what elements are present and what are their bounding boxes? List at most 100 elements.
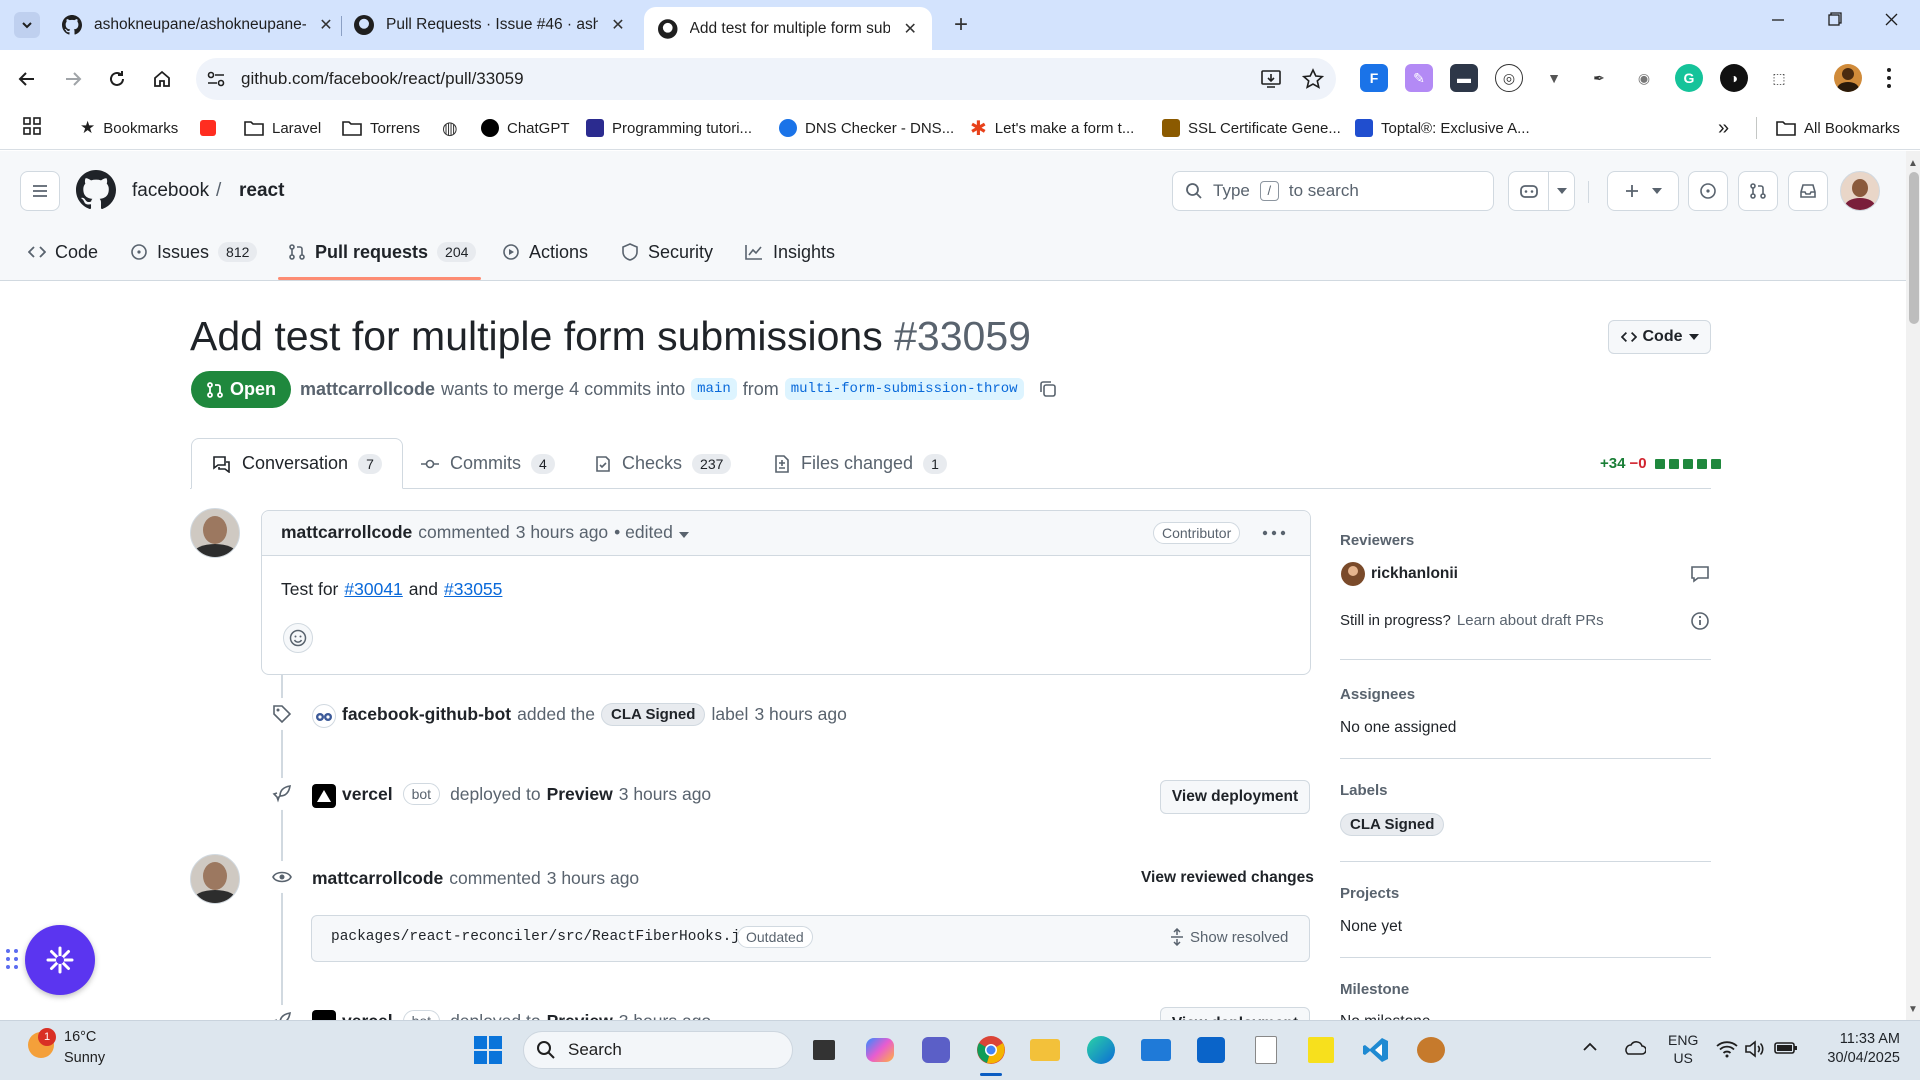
close-tab-icon[interactable]: ✕ xyxy=(318,15,334,35)
reviewer-name[interactable]: rickhanlonii xyxy=(1371,565,1458,583)
new-tab-button[interactable]: + xyxy=(948,12,974,38)
weather-temp[interactable]: 16°C xyxy=(64,1029,96,1045)
taskbar-search[interactable]: Search xyxy=(523,1031,793,1069)
chevron-up-icon[interactable] xyxy=(1582,1042,1598,1052)
weather-desc[interactable]: Sunny xyxy=(64,1050,105,1066)
wifi-icon[interactable] xyxy=(1716,1040,1738,1058)
repo-nav-code[interactable]: Code xyxy=(20,232,106,272)
reload-icon[interactable] xyxy=(100,62,134,96)
outlook-icon[interactable] xyxy=(1193,1032,1229,1068)
milestone-heading[interactable]: Milestone xyxy=(1340,981,1409,998)
bookmark-item[interactable]: ★ Bookmarks xyxy=(80,114,178,142)
code-dropdown-button[interactable]: Code xyxy=(1608,320,1711,354)
install-app-icon[interactable] xyxy=(1260,68,1282,90)
bookmark-item[interactable]: Torrens xyxy=(342,114,420,142)
close-tab-icon[interactable]: ✕ xyxy=(902,19,918,39)
extension-icon[interactable]: ✒ xyxy=(1585,64,1613,92)
repo-nav-pull-requests[interactable]: Pull requests 204 xyxy=(280,232,484,272)
repo-name-link[interactable]: react xyxy=(239,180,284,202)
head-branch[interactable]: multi-form-submission-throw xyxy=(784,378,1024,400)
repo-nav-insights[interactable]: Insights xyxy=(736,232,843,272)
chrome-icon[interactable] xyxy=(973,1032,1009,1068)
repo-nav-security[interactable]: Security xyxy=(613,232,721,272)
close-tab-icon[interactable]: ✕ xyxy=(610,15,626,35)
all-bookmarks[interactable]: All Bookmarks xyxy=(1776,114,1900,142)
home-icon[interactable] xyxy=(145,62,179,96)
extension-icon[interactable]: ✎ xyxy=(1405,64,1433,92)
bookmark-item[interactable]: DNS Checker - DNS... xyxy=(779,114,954,142)
browser-menu-icon[interactable] xyxy=(1886,66,1892,90)
drag-handle-icon[interactable] xyxy=(5,948,19,970)
task-view-icon[interactable] xyxy=(806,1032,842,1068)
author-avatar[interactable] xyxy=(190,854,240,904)
scrollbar-thumb[interactable] xyxy=(1909,172,1919,324)
add-reaction-button[interactable] xyxy=(283,623,313,653)
user-avatar[interactable] xyxy=(1840,171,1880,211)
browser-tab-2[interactable]: Pull Requests · Issue #46 · ashok ✕ xyxy=(340,7,640,43)
comment-time[interactable]: 3 hours ago xyxy=(516,522,608,543)
windows-start-icon[interactable] xyxy=(470,1032,506,1068)
tab-checks[interactable]: Checks 237 xyxy=(574,438,751,489)
review-file-path[interactable]: packages/react-reconciler/src/ReactFiber… xyxy=(331,929,749,945)
scroll-down-icon[interactable]: ▼ xyxy=(1908,1004,1918,1015)
vscode-icon[interactable] xyxy=(1358,1032,1394,1068)
copilot-button[interactable] xyxy=(1508,171,1575,211)
language-indicator[interactable]: ENG US xyxy=(1668,1031,1698,1067)
show-resolved-button[interactable]: Show resolved xyxy=(1170,928,1288,946)
copy-icon[interactable] xyxy=(1038,379,1058,399)
extension-icon[interactable]: F xyxy=(1360,64,1388,92)
issues-icon[interactable] xyxy=(1688,171,1728,211)
inbox-icon[interactable] xyxy=(1788,171,1828,211)
extension-icon[interactable]: ▬ xyxy=(1450,64,1478,92)
minimize-icon[interactable] xyxy=(1763,10,1793,30)
onedrive-icon[interactable] xyxy=(1622,1040,1646,1056)
bookmark-item[interactable]: ◍ xyxy=(442,114,458,142)
tab-files-changed[interactable]: Files changed 1 xyxy=(753,438,967,489)
pr-author-link[interactable]: mattcarrollcode xyxy=(300,379,435,400)
bookmark-item[interactable]: Programming tutori... xyxy=(586,114,752,142)
edge-icon[interactable] xyxy=(1083,1032,1119,1068)
forward-icon[interactable] xyxy=(56,62,90,96)
cla-signed-label[interactable]: CLA Signed xyxy=(1340,813,1445,836)
view-reviewed-changes-link[interactable]: View reviewed changes xyxy=(1141,869,1314,887)
teams-icon[interactable] xyxy=(918,1032,954,1068)
issue-link[interactable]: #30041 xyxy=(344,579,402,600)
chevron-down-icon[interactable] xyxy=(678,531,689,538)
bookmark-item[interactable]: Toptal®: Exclusive A... xyxy=(1355,114,1530,142)
bookmark-item[interactable]: Laravel xyxy=(244,114,321,142)
bookmark-item[interactable]: ✱ Let's make a form t... xyxy=(970,114,1134,142)
apps-grid-icon[interactable] xyxy=(22,116,42,136)
kebab-menu-icon[interactable] xyxy=(1262,530,1286,536)
repo-nav-actions[interactable]: Actions xyxy=(494,232,596,272)
extension-icon[interactable]: ◑ xyxy=(1720,64,1748,92)
author-avatar[interactable] xyxy=(190,508,240,558)
profile-avatar[interactable] xyxy=(1834,64,1862,92)
browser-tab-active[interactable]: Add test for multiple form subm ✕ xyxy=(644,7,932,50)
close-window-icon[interactable] xyxy=(1876,10,1906,30)
more-bookmarks-icon[interactable]: » xyxy=(1718,114,1729,142)
draft-prs-link[interactable]: Learn about draft PRs xyxy=(1457,612,1604,629)
browser-tab-1[interactable]: ashokneupane/ashokneupane-t ✕ xyxy=(48,7,348,43)
event-actor[interactable]: vercel xyxy=(342,784,393,805)
extension-icon[interactable]: ▼ xyxy=(1540,64,1568,92)
tab-commits[interactable]: Commits 4 xyxy=(400,438,575,489)
cla-signed-label[interactable]: CLA Signed xyxy=(601,703,706,726)
repo-owner-link[interactable]: facebook xyxy=(132,180,209,202)
bookmark-item[interactable]: SSL Certificate Gene... xyxy=(1162,114,1341,142)
info-icon[interactable] xyxy=(1690,611,1710,631)
file-explorer-icon[interactable] xyxy=(1027,1032,1063,1068)
reviewer-avatar[interactable] xyxy=(1341,562,1365,586)
repo-nav-issues[interactable]: Issues 812 xyxy=(122,232,265,272)
copilot-app-icon[interactable] xyxy=(862,1032,898,1068)
url-text[interactable]: github.com/facebook/react/pull/33059 xyxy=(241,69,524,89)
github-search-input[interactable]: Type / to search xyxy=(1172,171,1494,211)
bookmark-item[interactable]: ChatGPT xyxy=(481,114,570,142)
bear-app-icon[interactable] xyxy=(1413,1032,1449,1068)
bot-avatar[interactable] xyxy=(312,704,336,728)
create-new-button[interactable] xyxy=(1607,171,1679,211)
bookmark-star-icon[interactable] xyxy=(1302,68,1324,90)
labels-heading[interactable]: Labels xyxy=(1340,782,1388,799)
battery-icon[interactable] xyxy=(1774,1040,1798,1056)
scroll-up-icon[interactable]: ▲ xyxy=(1908,158,1918,169)
chevron-down-icon[interactable] xyxy=(1549,172,1574,210)
